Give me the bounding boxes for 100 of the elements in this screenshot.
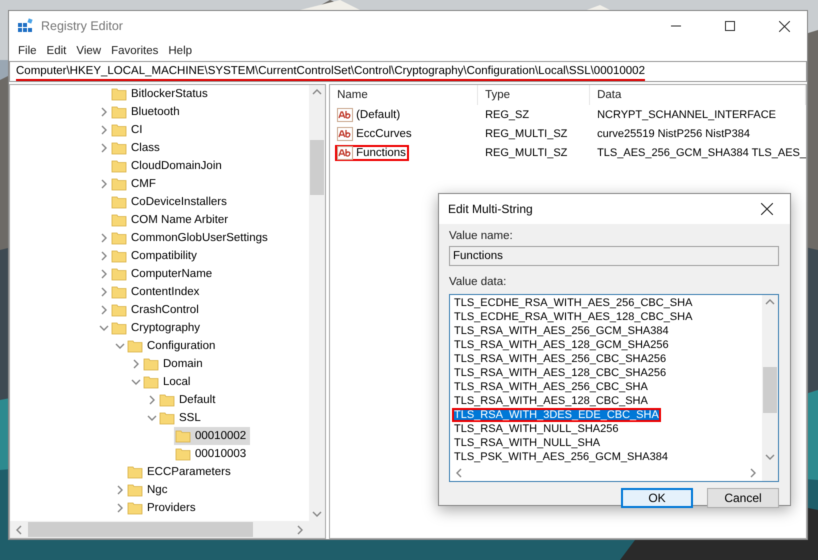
value-name[interactable]: (Default) [335,106,404,122]
folder-icon [111,285,127,299]
registry-app-icon [17,18,33,34]
value-type: REG_MULTI_SZ [484,128,568,140]
address-bar[interactable]: Computer\HKEY_LOCAL_MACHINE\SYSTEM\CurrentControlSet\Control\Cryptography\Configuration\Local\SSL\00010002 [9,61,807,82]
close-icon [761,203,773,215]
data-line: TLS_ECDHE_RSA_WITH_AES_256_CBC_SHA [453,296,694,310]
tree-item[interactable]: Providers [126,499,200,517]
folder-icon [111,249,127,263]
menu-item[interactable]: Edit [42,45,72,57]
folder-icon [111,321,127,335]
menu-item[interactable]: File [13,45,42,57]
scroll-right-icon [295,524,306,534]
data-line: TLS_RSA_WITH_AES_128_GCM_SHA256 [453,338,670,352]
tree-item[interactable]: Cryptography [110,319,204,337]
folder-icon [111,267,127,281]
column-header[interactable]: Name [330,85,478,105]
dialog-title: Edit Multi-String [448,202,533,216]
scrollbar-corner [762,464,778,481]
value-name[interactable]: EccCurves [335,126,415,142]
tree-item[interactable]: Class [110,139,164,157]
folder-icon [111,213,127,227]
data-line: TLS_RSA_WITH_AES_256_CBC_SHA256 [453,352,668,366]
data-line: TLS_ECDHE_RSA_WITH_AES_128_CBC_SHA [453,310,694,324]
folder-icon [159,393,175,407]
tree-item[interactable]: CommonGlobUserSettings [110,229,272,247]
tree-item[interactable]: CI [110,121,146,139]
tree-item[interactable]: Domain [142,355,207,373]
tree-item[interactable]: Bluetooth [110,103,184,121]
folder-icon [111,177,127,191]
folder-icon [111,231,127,245]
scroll-up-icon [312,87,322,97]
tree-item[interactable]: Ngc [126,481,172,499]
data-line: TLS_RSA_WITH_AES_128_CBC_SHA [453,394,649,408]
data-line: TLS_RSA_WITH_AES_256_CBC_SHA [453,380,649,394]
string-value-icon [337,146,354,160]
value-data: curve25519 NistP256 NistP384 [596,128,750,140]
folder-icon [111,141,127,155]
tree-item[interactable]: 00010003 [174,445,250,463]
field-label: Value name: [449,229,513,244]
tree-item[interactable]: ContentIndex [110,283,204,301]
scrollbar-thumb[interactable] [28,522,253,537]
collapse-chevron-icon [131,377,141,387]
column-header[interactable]: Data [590,85,806,105]
folder-icon [111,123,127,137]
horizontal-scrollbar[interactable] [10,521,310,538]
scroll-left-icon [14,524,24,534]
tree-item[interactable]: Local [142,373,194,391]
value-name[interactable]: Functions [335,144,409,160]
folder-icon [127,501,143,515]
data-line: TLS_RSA_WITH_AES_128_CBC_SHA256 [453,366,668,380]
tree-item[interactable]: CloudDomainJoin [110,157,226,175]
scroll-down-icon [312,509,322,519]
tree-item[interactable]: CoDeviceInstallers [110,193,231,211]
tree-item[interactable]: ComputerName [110,265,216,283]
folder-icon [111,195,127,209]
tree-item[interactable]: CMF [110,175,160,193]
menu-item[interactable]: View [71,45,106,57]
folder-icon [111,105,127,119]
folder-icon [143,357,159,371]
close-icon [778,20,790,32]
data-line: TLS_RSA_WITH_AES_256_GCM_SHA384 [453,324,670,338]
data-line: TLS_RSA_WITH_NULL_SHA256 [453,422,620,436]
tree-item[interactable]: Compatibility [110,247,201,265]
field-label: Value data: [449,275,506,290]
tree-item[interactable]: 00010002 [174,427,250,445]
value-type: REG_SZ [484,108,530,120]
maximize-icon [725,21,735,31]
folder-icon [111,159,127,173]
tree-item[interactable]: CrashControl [110,301,203,319]
ok-button[interactable]: OK [621,488,693,508]
menu-item[interactable]: Favorites [106,45,164,57]
expand-chevron-icon [99,179,109,189]
string-value-icon [337,126,354,140]
folder-icon [175,429,191,443]
scrollbar-thumb[interactable] [310,140,324,195]
tree-item[interactable]: COM Name Arbiter [110,211,232,229]
scroll-up-icon [765,297,775,307]
vertical-scrollbar[interactable] [762,295,778,464]
value-data-field[interactable] [449,294,779,482]
tree-item[interactable]: BitlockerStatus [110,85,212,103]
column-header[interactable]: Type [478,85,590,105]
collapse-chevron-icon [147,413,157,423]
value-name-field[interactable]: Functions [449,246,779,266]
tree-item[interactable]: SSL [158,409,205,427]
value-data: NCRYPT_SCHANNEL_INTERFACE [596,108,776,120]
scroll-right-icon [748,468,758,478]
data-line: TLS_PSK_WITH_AES_256_GCM_SHA384 [453,450,669,464]
scroll-down-icon [765,452,775,462]
tree-item[interactable]: Default [158,391,220,409]
folder-icon [127,465,143,479]
folder-icon [127,339,143,353]
scrollbar-thumb[interactable] [763,367,777,413]
tree-item[interactable]: Configuration [126,337,220,355]
string-value-icon [337,108,354,122]
cancel-button[interactable]: Cancel [707,488,779,508]
tree-item[interactable]: ECCParameters [126,463,235,481]
folder-icon [143,375,159,389]
menu-item[interactable]: Help [163,45,198,57]
vertical-scrollbar[interactable] [309,85,326,521]
